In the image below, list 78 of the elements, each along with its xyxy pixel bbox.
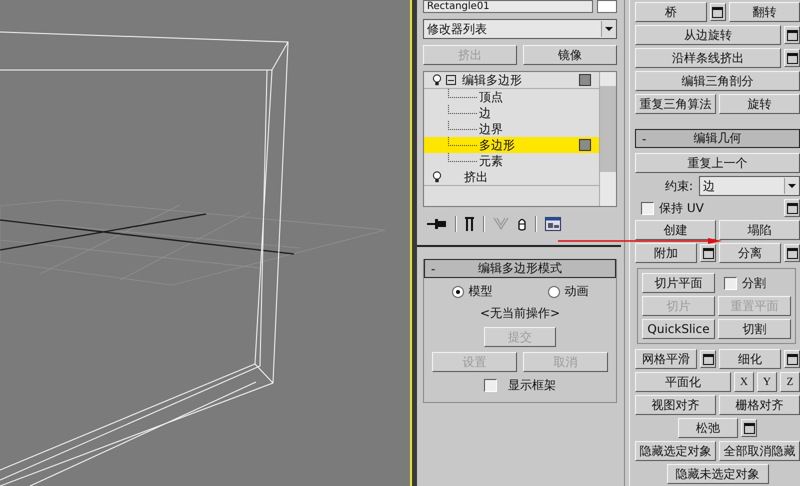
window-icon (744, 422, 754, 434)
tool-button[interactable]: 重复上一个 (635, 153, 800, 173)
window-icon (786, 248, 798, 258)
settings-button[interactable] (784, 350, 800, 368)
tool-button[interactable]: 塌陷 (719, 220, 800, 240)
rollout-header[interactable]: - 编辑多边形模式 (424, 259, 616, 278)
settings-button[interactable] (784, 244, 800, 262)
modifier-list-dropdown[interactable]: 修改器列表 (423, 19, 617, 39)
tool-button[interactable]: 平面化 (635, 372, 731, 392)
settings-button[interactable] (700, 244, 716, 262)
settings-button[interactable] (710, 3, 726, 21)
tool-button[interactable]: Y (757, 372, 777, 392)
subobject-item[interactable]: 边 (424, 105, 599, 121)
window-icon (786, 30, 798, 40)
tool-button[interactable]: 沿样条线挤出 (635, 48, 781, 68)
tool-button[interactable]: 切片平面 (642, 273, 715, 293)
tool-button[interactable]: 创建 (635, 220, 716, 240)
tool-button[interactable]: 切割 (718, 319, 791, 339)
color-swatch[interactable] (597, 0, 617, 13)
checkbox-label[interactable]: 显示框架 (508, 377, 556, 394)
settings-button[interactable] (700, 350, 716, 368)
tool-button[interactable]: 从边旋转 (635, 25, 781, 45)
settings-button[interactable] (741, 419, 757, 437)
bars-icon[interactable] (465, 217, 475, 231)
checkbox-label[interactable]: 分割 (742, 274, 766, 292)
tool-button[interactable]: 视图对齐 (635, 395, 716, 415)
object-name-field[interactable]: Rectangle01 (423, 0, 593, 13)
radio-label[interactable]: 模型 (468, 283, 492, 300)
tool-button[interactable]: X (734, 372, 754, 392)
tool-button[interactable]: 网格平滑 (635, 349, 697, 369)
rollout-header[interactable]: - 编辑几何 (635, 129, 800, 148)
constraint-dropdown[interactable]: 边 (699, 176, 800, 196)
tool-button[interactable]: QuickSlice (642, 319, 715, 339)
status-text: <无当前操作> (478, 305, 562, 322)
checkbox[interactable] (641, 202, 654, 214)
subobject-item[interactable]: 元素 (424, 153, 599, 169)
lightbulb-icon[interactable] (432, 74, 442, 86)
collapse-icon[interactable] (446, 75, 456, 85)
window-icon (702, 354, 714, 364)
radio-label[interactable]: 动画 (564, 283, 588, 300)
settings-button[interactable] (784, 26, 800, 44)
pin-icon[interactable] (427, 218, 447, 230)
tool-button[interactable]: 细化 (719, 349, 781, 369)
subobject-item[interactable]: 多边形 (424, 137, 599, 153)
window-icon (712, 6, 723, 18)
constraint-label: 约束: (664, 178, 694, 194)
tool-button[interactable]: 旋转 (719, 94, 800, 114)
lightbulb-icon[interactable] (432, 171, 442, 183)
tool-button[interactable]: 分离 (719, 243, 781, 263)
window-icon (786, 202, 798, 214)
scrollbar[interactable] (599, 72, 616, 206)
settings-button[interactable] (784, 199, 800, 217)
tool-button[interactable]: 桥 (635, 2, 706, 22)
radio-button[interactable] (548, 286, 560, 298)
subobject-item[interactable]: 边界 (424, 121, 599, 137)
checkbox[interactable] (484, 379, 497, 392)
window-icon (702, 248, 714, 258)
tool-button[interactable]: 重复三角算法 (635, 94, 716, 114)
checkbox[interactable] (724, 276, 737, 290)
tool-button[interactable]: 全部取消隐藏 (719, 441, 800, 461)
window-icon (786, 354, 798, 364)
tool-button[interactable]: 松弛 (678, 418, 738, 438)
checkbox-label[interactable]: 保持 UV (659, 200, 704, 216)
tool-button[interactable]: 编辑三角剖分 (635, 71, 800, 91)
tool-button[interactable]: 翻转 (728, 2, 800, 22)
tool-button[interactable]: 附加 (635, 243, 697, 263)
modifier-item[interactable]: 挤出 (424, 169, 599, 186)
tool-button[interactable]: 隐藏未选定对象 (666, 464, 768, 484)
radio-button[interactable] (452, 286, 464, 298)
tool-button[interactable]: 栅格对齐 (719, 395, 800, 415)
modifier-item[interactable]: 编辑多边形 (424, 72, 599, 89)
settings-button[interactable] (784, 49, 800, 67)
window-icon (786, 52, 798, 64)
subobject-item[interactable]: 顶点 (424, 89, 599, 105)
modifier-button[interactable]: 镜像 (523, 45, 617, 65)
tool-button[interactable]: 隐藏选定对象 (635, 441, 716, 461)
tool-button[interactable]: Z (780, 372, 800, 392)
configure-icon[interactable] (545, 217, 561, 231)
